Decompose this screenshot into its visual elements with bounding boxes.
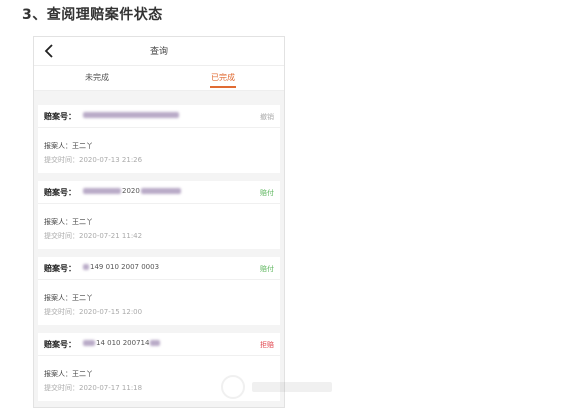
reporter-label: 报案人：: [44, 294, 72, 302]
claim-card-header: 赔案号： 2020 赔付: [38, 181, 280, 204]
claim-card[interactable]: 赔案号： 149 010 2007 0003 赔付 报案人：王二丫 提交时间：2…: [38, 257, 280, 325]
claim-status: 拒赔: [260, 341, 274, 349]
submit-time-value: 2020-07-15 12:00: [79, 308, 143, 316]
claim-number-value: [82, 111, 180, 119]
claim-card-header: 赔案号： 14 010 200714 拒赔: [38, 333, 280, 356]
reporter-row: 报案人：王二丫: [44, 141, 93, 151]
status-tabs: 未完成 已完成: [34, 66, 284, 91]
claim-number-label: 赔案号：: [44, 264, 76, 273]
submit-time-row: 提交时间：2020-07-15 12:00: [44, 307, 142, 317]
document-heading: 3、查阅理赔案件状态: [22, 7, 163, 23]
submit-time-row: 提交时间：2020-07-13 21:26: [44, 155, 142, 165]
tab-completed[interactable]: 已完成: [160, 72, 284, 83]
claim-card[interactable]: 赔案号： 撤销 报案人：王二丫 提交时间：2020-07-13 21:26: [38, 105, 280, 173]
nav-bar: 查询: [34, 37, 284, 66]
phone-screenshot: 查询 未完成 已完成 赔案号： 撤销 报案人：王二丫 提交时间：2020-07-…: [33, 36, 285, 408]
reporter-label: 报案人：: [44, 218, 72, 226]
submit-time-label: 提交时间：: [44, 232, 79, 240]
claim-number-label: 赔案号：: [44, 112, 76, 121]
claim-card-header: 赔案号： 149 010 2007 0003 赔付: [38, 257, 280, 280]
reporter-name: 王二丫: [72, 218, 93, 226]
submit-time-value: 2020-07-21 11:42: [79, 232, 143, 240]
submit-time-row: 提交时间：2020-07-17 11:18: [44, 383, 142, 393]
watermark: [221, 375, 332, 399]
submit-time-label: 提交时间：: [44, 308, 79, 316]
claim-card-header: 赔案号： 撤销: [38, 105, 280, 128]
claim-number-value: 14 010 200714: [82, 339, 161, 347]
page-title: 查询: [149, 47, 168, 57]
reporter-row: 报案人：王二丫: [44, 293, 93, 303]
claim-number-label: 赔案号：: [44, 188, 76, 197]
submit-time-row: 提交时间：2020-07-21 11:42: [44, 231, 142, 241]
claim-status: 赔付: [260, 189, 274, 197]
claim-number-value: 149 010 2007 0003: [82, 263, 159, 271]
reporter-name: 王二丫: [72, 370, 93, 378]
claim-number-value: 2020: [82, 187, 182, 195]
reporter-name: 王二丫: [72, 294, 93, 302]
active-tab-indicator: [210, 86, 236, 88]
reporter-row: 报案人：王二丫: [44, 369, 93, 379]
reporter-row: 报案人：王二丫: [44, 217, 93, 227]
submit-time-value: 2020-07-13 21:26: [79, 156, 143, 164]
reporter-name: 王二丫: [72, 142, 93, 150]
claim-status: 赔付: [260, 265, 274, 273]
claim-card[interactable]: 赔案号： 2020 赔付 报案人：王二丫 提交时间：2020-07-21 11:…: [38, 181, 280, 249]
submit-time-label: 提交时间：: [44, 156, 79, 164]
claim-status: 撤销: [260, 113, 274, 121]
reporter-label: 报案人：: [44, 370, 72, 378]
submit-time-value: 2020-07-17 11:18: [79, 384, 143, 392]
submit-time-label: 提交时间：: [44, 384, 79, 392]
tab-incomplete[interactable]: 未完成: [34, 72, 160, 83]
reporter-label: 报案人：: [44, 142, 72, 150]
claim-number-label: 赔案号：: [44, 340, 76, 349]
